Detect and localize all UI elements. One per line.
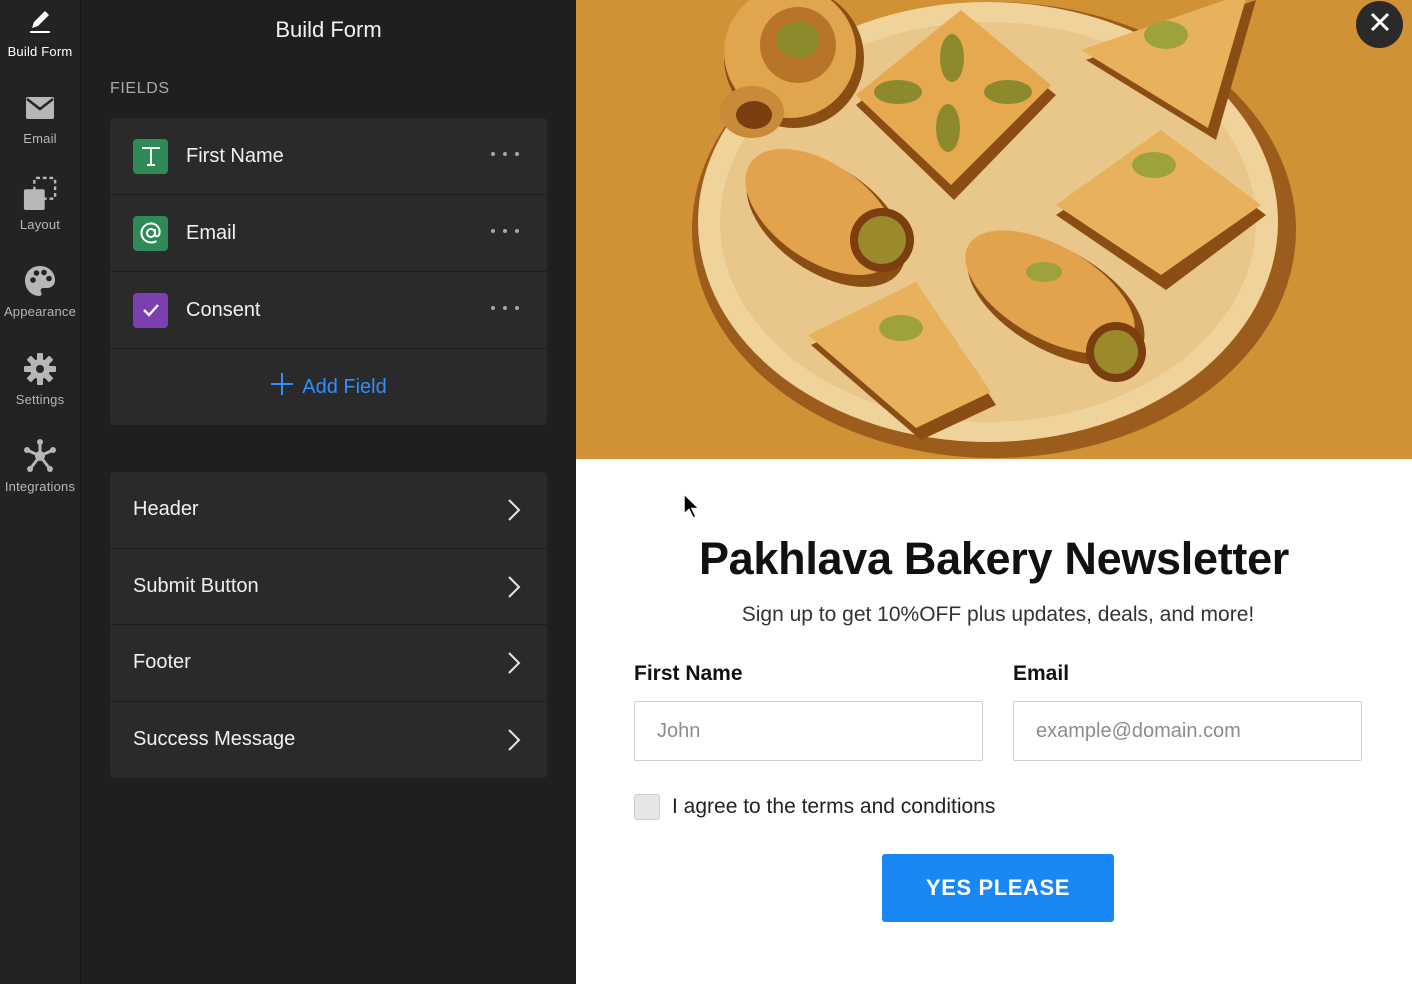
nav-layout[interactable]: Layout (0, 176, 80, 259)
integrations-icon (23, 439, 57, 473)
more-options-icon[interactable] (491, 298, 519, 318)
nav-label: Integrations (4, 479, 76, 494)
section-submit-button[interactable]: Submit Button (110, 549, 547, 625)
nav-rail: Build Form Email Layout Appearance Setti… (0, 0, 81, 984)
newsletter-subtitle: Sign up to get 10%OFF plus updates, deal… (741, 603, 1255, 626)
newsletter-title: Pakhlava Bakery Newsletter (698, 533, 1290, 584)
nav-appearance[interactable]: Appearance (0, 264, 80, 346)
nav-label: Layout (19, 217, 61, 232)
close-icon (1370, 12, 1390, 37)
palette-icon (23, 264, 57, 298)
consent-label: I agree to the terms and conditions (672, 795, 996, 818)
gear-icon (23, 352, 57, 386)
email-label: Email (1013, 662, 1070, 685)
nav-label: Email (23, 131, 57, 146)
chevron-right-icon (507, 728, 521, 758)
fields-heading: FIELDS (110, 80, 170, 97)
envelope-icon (23, 91, 57, 125)
layout-icon (23, 176, 57, 211)
field-consent[interactable]: Consent (110, 272, 547, 349)
section-label: Success Message (133, 728, 296, 751)
chevron-right-icon (507, 575, 521, 605)
field-first-name[interactable]: First Name (110, 118, 547, 195)
email-input[interactable] (1013, 701, 1362, 761)
first-name-label: First Name (634, 662, 743, 685)
field-email[interactable]: Email (110, 195, 547, 272)
checkbox-icon (133, 292, 168, 328)
plus-icon (270, 372, 294, 402)
section-footer[interactable]: Footer (110, 625, 547, 702)
nav-label: Build Form (7, 44, 73, 59)
close-button[interactable] (1356, 1, 1403, 48)
nav-label: Settings (15, 392, 65, 407)
submit-button[interactable]: YES PLEASE (882, 854, 1114, 922)
panel-title: Build Form (275, 17, 382, 42)
field-label: Consent (186, 298, 261, 321)
nav-settings[interactable]: Settings (0, 352, 80, 434)
form-preview: Pakhlava Bakery Newsletter Sign up to ge… (576, 0, 1412, 984)
mouse-cursor-icon (683, 492, 701, 526)
sections-card: Header Submit Button Footer Success Mess… (110, 472, 547, 778)
field-label: First Name (186, 144, 284, 167)
chevron-right-icon (507, 651, 521, 681)
section-success-message[interactable]: Success Message (110, 702, 547, 779)
nav-label: Appearance (3, 304, 77, 319)
pencil-icon (23, 4, 57, 38)
at-icon (133, 215, 168, 251)
first-name-input[interactable] (634, 701, 983, 761)
nav-integrations[interactable]: Integrations (0, 439, 80, 521)
build-form-panel: Build Form FIELDS First Name Email Conse… (81, 0, 576, 984)
section-label: Header (133, 498, 199, 521)
section-header[interactable]: Header (110, 472, 547, 549)
add-field-label: Add Field (302, 375, 387, 398)
more-options-icon[interactable] (491, 221, 519, 241)
text-icon (133, 138, 168, 174)
field-label: Email (186, 221, 237, 244)
nav-build-form[interactable]: Build Form (0, 4, 80, 86)
nav-email[interactable]: Email (0, 91, 80, 173)
consent-checkbox[interactable] (634, 794, 660, 820)
chevron-right-icon (507, 498, 521, 528)
section-label: Footer (133, 651, 191, 674)
more-options-icon[interactable] (491, 144, 519, 164)
hero-image (576, 0, 1412, 459)
add-field-button[interactable]: Add Field (110, 349, 547, 425)
fields-card: First Name Email Consent Add Field (110, 118, 547, 425)
section-label: Submit Button (133, 574, 259, 597)
